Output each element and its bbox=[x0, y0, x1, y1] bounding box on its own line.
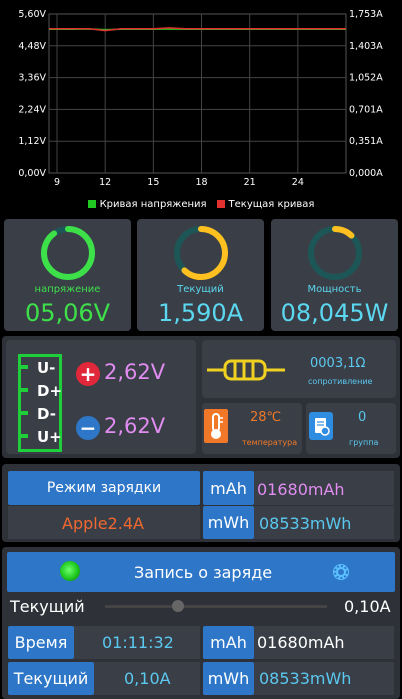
record-current-label: Текущий bbox=[10, 597, 85, 616]
record-current2-label-box: Текущий bbox=[8, 662, 94, 695]
charge-mode-button-label: Режим зарядки bbox=[46, 480, 162, 496]
x-tick-label: 12 bbox=[99, 177, 111, 188]
power-gauge-card: Мощность 08,045W bbox=[271, 219, 398, 331]
record-current-slider[interactable] bbox=[105, 605, 327, 608]
power-gauge-value: 08,045W bbox=[280, 299, 389, 327]
y-tick-label-left: 4,48V bbox=[18, 41, 46, 52]
group-icon bbox=[309, 412, 333, 440]
thermometer-icon bbox=[204, 409, 228, 443]
y-tick-label-right: 0,701A bbox=[349, 104, 383, 115]
record-status-dot[interactable] bbox=[60, 561, 80, 581]
pin-tick bbox=[18, 365, 28, 369]
record-current-value: 0,10A bbox=[344, 597, 391, 616]
resistance-value: 0003,1Ω bbox=[310, 356, 366, 371]
current-gauge-card: Текущий 1,590A bbox=[137, 219, 264, 331]
dplus-value: 2,62V bbox=[104, 360, 166, 384]
current-gauge-value: 1,590A bbox=[157, 299, 244, 327]
current-gauge-label: Текущий bbox=[177, 284, 224, 295]
current-series-line bbox=[49, 27, 346, 32]
x-tick-label: 21 bbox=[244, 177, 256, 188]
x-tick-label: 24 bbox=[292, 177, 304, 188]
minus-icon: − bbox=[76, 416, 100, 440]
y-tick-label-left: 5,60V bbox=[18, 9, 46, 20]
pin-label-u-plus: U+ bbox=[37, 428, 62, 446]
current-gauge-ring bbox=[174, 226, 228, 280]
plus-icon: + bbox=[76, 362, 100, 386]
charge-mode-value: Apple2.4A bbox=[62, 514, 144, 533]
x-tick-label: 15 bbox=[147, 177, 159, 188]
legend-label-current: Текущая кривая bbox=[228, 198, 315, 210]
y-tick-label-left: 1,12V bbox=[18, 136, 46, 147]
legend-swatch-current bbox=[216, 200, 225, 208]
x-tick-label: 9 bbox=[54, 177, 60, 188]
charge-mode-button[interactable]: Режим зарядки bbox=[8, 471, 200, 505]
legend-swatch-voltage bbox=[87, 200, 96, 208]
voltage-gauge-label: напряжение bbox=[34, 284, 101, 295]
charge-mwh-label-box: mWh bbox=[203, 506, 254, 539]
pin-tick bbox=[18, 411, 28, 415]
pin-label-d-minus: D- bbox=[37, 405, 56, 423]
group-label: группа bbox=[349, 438, 379, 447]
record-mah-value: 01680mAh bbox=[257, 633, 345, 652]
resistance-label: сопротивление bbox=[308, 377, 373, 386]
y-tick-label-right: 1,052A bbox=[349, 73, 383, 84]
voltage-gauge-value: 05,06V bbox=[24, 299, 111, 327]
y-tick-label-right: 1,403A bbox=[349, 41, 383, 52]
temperature-value: 28℃ bbox=[250, 410, 282, 425]
power-gauge-label: Мощность bbox=[307, 284, 362, 295]
record-time-label-box: Время bbox=[8, 626, 74, 659]
record-mwh-label: mWh bbox=[207, 669, 250, 688]
y-tick-label-right: 0,351A bbox=[349, 136, 383, 147]
power-gauge-ring bbox=[308, 226, 362, 280]
charge-mah-label-box: mAh bbox=[203, 471, 254, 505]
record-mah-label: mAh bbox=[210, 633, 247, 652]
legend-item-current: Текущая кривая bbox=[216, 197, 315, 211]
legend-label-voltage: Кривая напряжения bbox=[99, 198, 207, 210]
record-mwh-label-box: mWh bbox=[203, 662, 254, 695]
y-tick-label-right: 0,000A bbox=[349, 168, 383, 179]
usb-pin-icon: U- D+ D- U+ bbox=[18, 354, 62, 452]
record-mwh-value: 08533mWh bbox=[259, 669, 352, 688]
resistor-icon bbox=[207, 359, 285, 381]
record-current2-value: 0,10A bbox=[124, 669, 171, 688]
voltage-gauge-ring bbox=[41, 226, 95, 280]
y-tick-label-right: 1,753A bbox=[349, 9, 383, 20]
charge-mah-value: 01680mAh bbox=[257, 480, 345, 499]
record-current2-label: Текущий bbox=[13, 669, 89, 688]
pin-tick bbox=[18, 434, 28, 438]
gear-icon[interactable] bbox=[331, 562, 351, 582]
chart-legend: Кривая напряжения Текущая кривая bbox=[0, 197, 402, 211]
record-time-value: 01:11:32 bbox=[102, 633, 174, 652]
pin-label-d-plus: D+ bbox=[37, 382, 63, 400]
y-tick-label-left: 0,00V bbox=[18, 168, 46, 179]
legend-item-voltage: Кривая напряжения bbox=[87, 197, 207, 211]
temperature-label: температура bbox=[242, 438, 298, 447]
group-value: 0 bbox=[358, 410, 367, 425]
charge-mwh-value: 08533mWh bbox=[259, 514, 352, 533]
voltage-gauge-card: напряжение 05,06V bbox=[4, 219, 131, 331]
charge-mah-label: mAh bbox=[210, 478, 247, 498]
dminus-value: 2,62V bbox=[104, 414, 166, 438]
voltage-current-chart: 5,60V 1,753A 4,48V 1,403A 3,36V 1,052A 2,24V 0,… bbox=[18, 9, 383, 188]
pin-label-u-minus: U- bbox=[37, 359, 56, 377]
record-time-label: Время bbox=[14, 633, 68, 652]
charge-record-title: Запись о заряде bbox=[134, 563, 273, 582]
y-tick-label-left: 3,36V bbox=[18, 73, 46, 84]
y-tick-label-left: 2,24V bbox=[18, 104, 46, 115]
pin-tick bbox=[18, 388, 28, 392]
plot-frame bbox=[48, 13, 347, 174]
charge-mwh-label: mWh bbox=[207, 513, 250, 532]
record-mah-label-box: mAh bbox=[203, 626, 254, 659]
x-tick-label: 18 bbox=[195, 177, 207, 188]
chart-area: 5,60V 1,753A 4,48V 1,403A 3,36V 1,052A 2,24V 0,… bbox=[0, 0, 402, 214]
